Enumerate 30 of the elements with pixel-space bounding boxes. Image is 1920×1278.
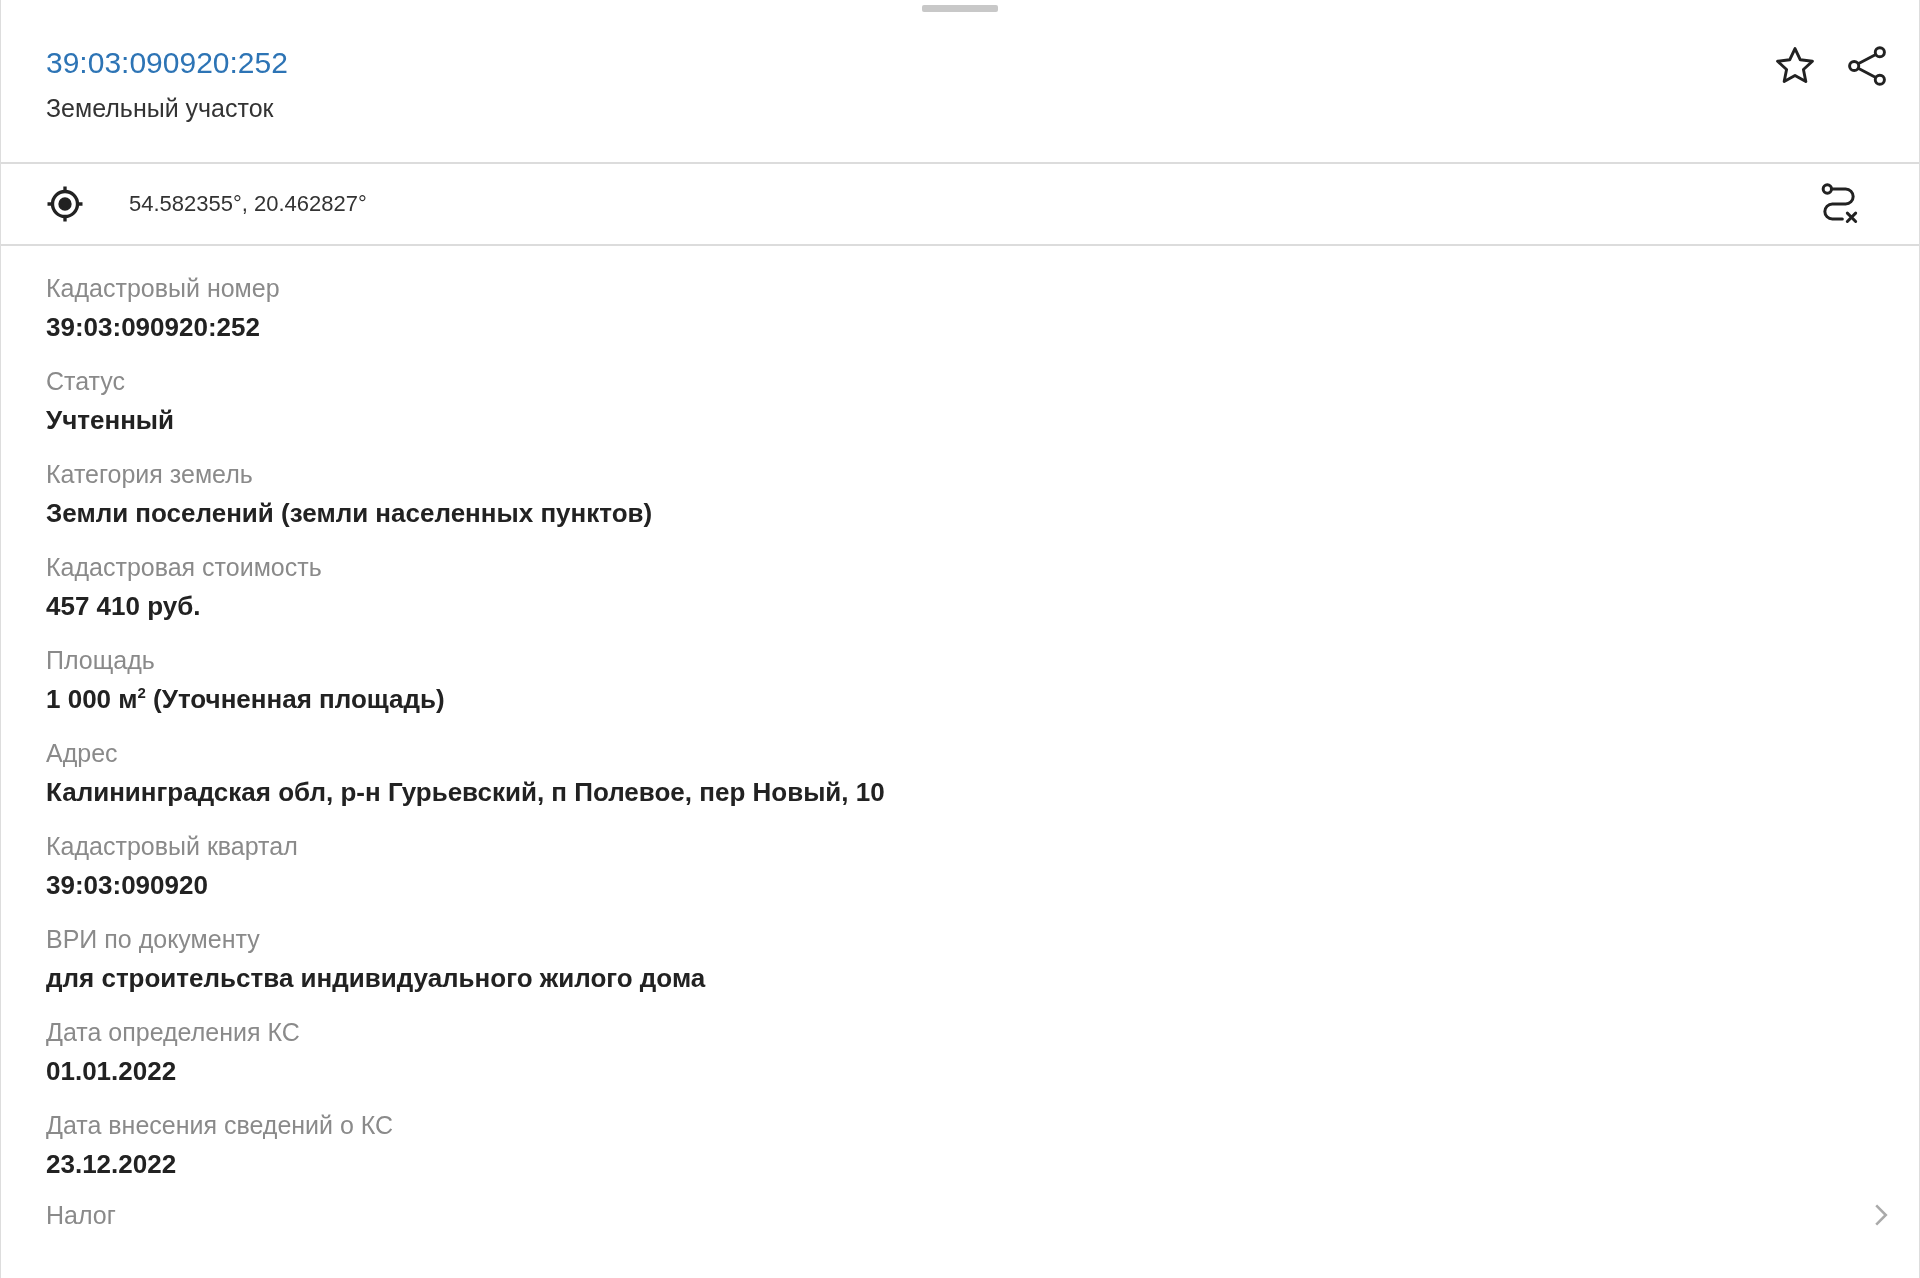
- field-value: 01.01.2022: [46, 1055, 178, 1088]
- field-label: Дата определения КС: [46, 1017, 301, 1048]
- object-type: Земельный участок: [46, 94, 275, 123]
- field-value: Учтенный: [46, 404, 176, 437]
- tax-row[interactable]: Налог: [1, 1183, 1919, 1233]
- field-label: ВРИ по документу: [46, 924, 261, 955]
- field-label: Дата внесения сведений о КС: [46, 1110, 395, 1141]
- field-value: 1 000 м$^{2}$ (Уточненная площадь): [46, 683, 446, 716]
- field-label: Кадастровая стоимость: [46, 552, 323, 583]
- field-label: Площадь: [46, 645, 156, 676]
- field-label: Адрес: [46, 738, 119, 769]
- coordinates-text: 54.582355°, 20.462827°: [129, 191, 368, 217]
- field-value: 39:03:090920:252: [46, 311, 261, 344]
- share-icon[interactable]: [1845, 44, 1889, 88]
- location-target-icon[interactable]: [45, 184, 85, 224]
- field-value: Калининградская обл, р-н Гурьевский, п Полевое, пер Новый, 10: [46, 776, 886, 809]
- field-value: Земли поселений (земли населенных пунктов): [46, 497, 654, 530]
- cadastral-link[interactable]: 39:03:090920:252: [46, 46, 288, 80]
- field-value: 39:03:090920: [46, 869, 209, 902]
- field-value: для строительства индивидуального жилого дома: [46, 962, 707, 995]
- route-icon[interactable]: [1819, 182, 1859, 226]
- chevron-right-icon: [1873, 1202, 1889, 1228]
- tax-label: Налог: [46, 1200, 116, 1231]
- field-label: Статус: [46, 366, 127, 397]
- field-value: 457 410 руб.: [46, 590, 202, 623]
- field-label: Категория земель: [46, 459, 254, 490]
- field-label: Кадастровый номер: [46, 273, 281, 304]
- drag-handle[interactable]: [922, 5, 998, 12]
- field-label: Кадастровый квартал: [46, 831, 299, 862]
- field-value: 23.12.2022: [46, 1148, 178, 1181]
